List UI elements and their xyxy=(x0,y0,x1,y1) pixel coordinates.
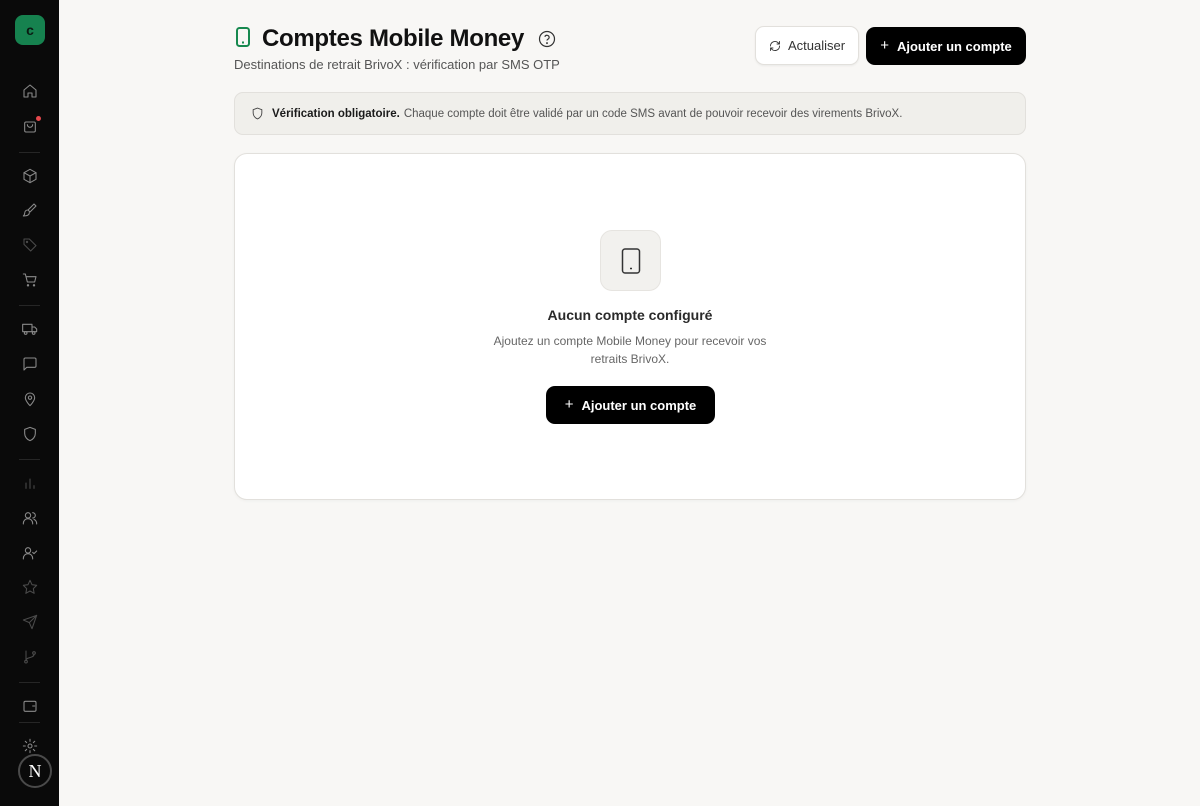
smartphone-icon xyxy=(234,26,252,52)
empty-state-icon-box xyxy=(600,230,661,291)
refresh-label: Actualiser xyxy=(787,38,846,53)
plus-icon: + xyxy=(880,36,889,54)
cart-icon[interactable] xyxy=(19,269,41,291)
empty-state-card: Aucun compte configuré Ajoutez un compte… xyxy=(234,153,1026,500)
nav-divider xyxy=(19,682,40,683)
add-account-button[interactable]: + Ajouter un compte xyxy=(546,386,715,424)
wallet-icon[interactable] xyxy=(19,695,41,717)
nav-divider xyxy=(19,152,40,153)
user-avatar[interactable]: N xyxy=(18,754,52,788)
nav-divider xyxy=(19,459,40,460)
banner-strong: Vérification obligatoire. xyxy=(272,107,400,120)
empty-state-description: Ajoutez un compte Mobile Money pour rece… xyxy=(493,334,767,366)
users-icon[interactable] xyxy=(19,507,41,529)
nav-divider xyxy=(19,722,40,723)
smartphone-icon xyxy=(621,247,640,274)
shield-icon[interactable] xyxy=(19,423,41,445)
page-subtitle: Destinations de retrait BrivoX : vérific… xyxy=(234,57,560,72)
help-icon[interactable] xyxy=(538,30,556,48)
shield-icon xyxy=(252,107,263,120)
title-row: Comptes Mobile Money xyxy=(234,24,556,54)
package-icon[interactable] xyxy=(19,165,41,187)
notification-dot xyxy=(36,116,41,121)
tag-icon[interactable] xyxy=(19,234,41,256)
banner-text: Chaque compte doit être validé par un co… xyxy=(403,107,903,120)
git-branch-icon[interactable] xyxy=(19,646,41,668)
truck-icon[interactable] xyxy=(19,318,41,340)
bar-chart-icon[interactable] xyxy=(19,472,41,494)
add-account-label: Ajouter un compte xyxy=(896,38,1012,54)
message-icon[interactable] xyxy=(19,353,41,375)
sidebar: c N xyxy=(0,0,59,806)
page-header: Comptes Mobile Money Destinations de ret… xyxy=(234,24,1026,74)
add-account-label: Ajouter un compte xyxy=(581,397,697,413)
star-icon[interactable] xyxy=(19,576,41,598)
brush-icon[interactable] xyxy=(19,199,41,221)
verification-banner: Vérification obligatoire. Chaque compte … xyxy=(234,92,1026,135)
page-title: Comptes Mobile Money xyxy=(262,25,525,52)
plus-icon: + xyxy=(564,395,574,413)
empty-state-title: Aucun compte configuré xyxy=(547,307,713,323)
refresh-icon xyxy=(770,40,780,51)
nav-divider xyxy=(19,305,40,306)
app-logo[interactable]: c xyxy=(15,15,45,45)
home-icon[interactable] xyxy=(19,80,41,102)
shopping-bag-icon[interactable] xyxy=(19,115,41,137)
send-icon[interactable] xyxy=(19,611,41,633)
refresh-button[interactable]: Actualiser xyxy=(755,26,859,65)
add-account-button[interactable]: + Ajouter un compte xyxy=(866,27,1026,65)
map-pin-icon[interactable] xyxy=(19,388,41,410)
user-check-icon[interactable] xyxy=(19,542,41,564)
